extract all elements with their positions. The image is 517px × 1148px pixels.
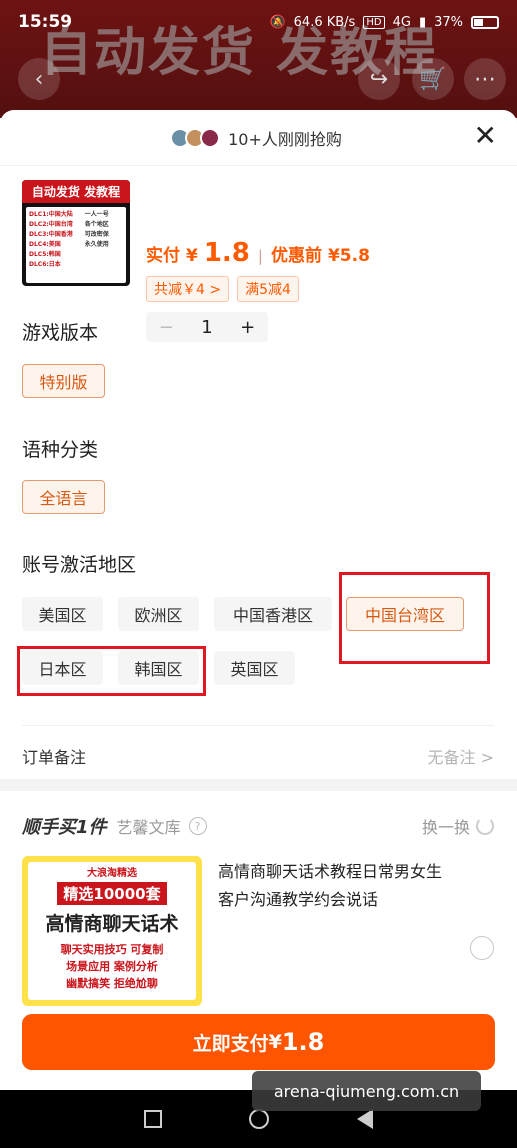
product-thumbnail[interactable]: 自动发货 发教程 DLC1:中国大陆 DLC2:中国台湾 DLC3:中国香港 D… — [22, 180, 130, 286]
language-title: 语种分类 — [22, 439, 99, 461]
help-icon[interactable]: ? — [188, 817, 207, 835]
addon-select-radio[interactable] — [470, 936, 494, 960]
remark-label: 订单备注 — [22, 748, 87, 767]
status-time: 15:59 — [18, 12, 73, 32]
product-summary: 自动发货 发教程 DLC1:中国大陆 DLC2:中国台湾 DLC3:中国香港 D… — [0, 166, 517, 342]
addon-shop: 艺馨文库 — [116, 818, 181, 837]
thumbnail-features: 一人一号 各个地区 可改密保 永久使用 — [84, 211, 109, 248]
back-nav-icon[interactable] — [357, 1109, 374, 1129]
share-icon[interactable]: ↪ — [358, 58, 400, 100]
swap-label: 换一换 — [421, 818, 470, 837]
option-version-special[interactable]: 特别版 — [22, 364, 105, 398]
pay-currency: ¥ — [268, 1031, 282, 1053]
option-region-eu[interactable]: 欧洲区 — [118, 597, 199, 631]
highlight-box-tw — [339, 572, 490, 664]
pay-label: 立即支付 — [192, 1032, 269, 1055]
order-remark-row[interactable]: 订单备注 无备注 > — [22, 725, 494, 768]
pay-amount: 1.8 — [281, 1028, 325, 1056]
network-type: 4G — [392, 14, 411, 30]
addon-img-line1: 大浪淘精选 — [87, 868, 137, 879]
currency-symbol: ¥ — [186, 246, 198, 266]
background-page: 自动发货 发教程 15:59 🔕 64.6 KB/s HD 4G ▮ 37% ‹… — [0, 0, 517, 118]
addon-img-line2: 精选10000套 — [57, 882, 167, 905]
buyer-avatars — [170, 127, 221, 148]
refresh-icon — [476, 817, 494, 835]
original-price: ¥5.8 — [327, 246, 370, 266]
home-icon[interactable] — [249, 1109, 270, 1129]
thumbnail-body: DLC1:中国大陆 DLC2:中国台湾 DLC3:中国香港 DLC4:美国 DL… — [26, 207, 126, 283]
hd-icon: HD — [363, 15, 385, 29]
option-region-us[interactable]: 美国区 — [22, 597, 103, 631]
final-price: 1.8 — [203, 238, 250, 268]
quantity-stepper: − 1 + — [146, 312, 268, 342]
swap-button[interactable]: 换一换 — [422, 814, 494, 838]
region-title: 账号激活地区 — [22, 554, 137, 576]
option-language-all[interactable]: 全语言 — [22, 480, 105, 514]
network-speed: 64.6 KB/s — [293, 14, 356, 30]
original-price-label: 优惠前 — [270, 246, 322, 266]
decrease-button[interactable]: − — [146, 317, 187, 338]
promo-tags: 共减￥4 > 满5减4 — [146, 276, 299, 302]
status-bar: 15:59 🔕 64.6 KB/s HD 4G ▮ 37% — [0, 0, 517, 44]
back-icon[interactable]: ‹ — [18, 58, 60, 100]
price-row: 实付 ¥ 1.8 | 优惠前 ¥5.8 — [146, 238, 370, 268]
thumbnail-title: 自动发货 发教程 — [22, 180, 130, 203]
remark-value[interactable]: 无备注 > — [428, 744, 495, 768]
increase-button[interactable]: + — [227, 317, 268, 338]
watermark: arena-qiumeng.com.cn — [252, 1071, 481, 1111]
price-label: 实付 — [146, 246, 180, 266]
status-icons: 🔕 64.6 KB/s HD 4G ▮ 37% — [269, 15, 499, 30]
addon-header: 顺手买1件 艺馨文库 ? 换一换 — [22, 813, 494, 839]
cart-icon[interactable]: 🛒 — [412, 58, 454, 100]
promo-tag: 满5减4 — [237, 276, 299, 302]
addon-description[interactable]: 高情商聊天话术教程日常男女生客户沟通教学约会说话 — [218, 858, 448, 914]
battery-icon — [471, 15, 499, 29]
avatar — [200, 127, 221, 148]
pay-button[interactable]: 立即支付 ¥ 1.8 — [22, 1014, 495, 1070]
mute-icon: 🔕 — [269, 14, 286, 30]
section-divider — [0, 779, 517, 791]
quantity-value[interactable]: 1 — [187, 317, 228, 338]
sheet-header: 10+人刚刚抢购 ✕ — [0, 110, 517, 166]
saving-tag[interactable]: 共减￥4 > — [146, 276, 230, 302]
thumbnail-dlc-list: DLC1:中国大陆 DLC2:中国台湾 DLC3:中国香港 DLC4:美国 DL… — [29, 211, 73, 268]
recent-apps-icon[interactable] — [143, 1110, 162, 1128]
battery-percent: 37% — [434, 14, 463, 30]
option-region-hk[interactable]: 中国香港区 — [214, 597, 332, 631]
addon-img-line3: 高情商聊天话术 — [45, 913, 179, 935]
option-region-uk[interactable]: 英国区 — [214, 651, 295, 685]
price-divider: | — [257, 247, 263, 265]
purchase-sheet: 10+人刚刚抢购 ✕ 自动发货 发教程 DLC1:中国大陆 DLC2:中国台湾 … — [0, 110, 517, 1120]
addon-title: 顺手买1件 — [22, 817, 107, 838]
highlight-box-jp-kr — [17, 646, 206, 696]
version-title: 游戏版本 — [22, 322, 99, 344]
close-icon[interactable]: ✕ — [474, 122, 497, 150]
addon-product-image[interactable]: 大浪淘精选 精选10000套 高情商聊天话术 聊天实用技巧 可复制 场景应用 案… — [22, 856, 202, 1006]
buyers-text: 10+人刚刚抢购 — [228, 129, 342, 149]
addon-img-features: 聊天实用技巧 可复制 场景应用 案例分析 幽默搞笑 拒绝尬聊 — [60, 943, 164, 990]
more-icon[interactable]: ⋯ — [464, 58, 506, 100]
signal-icon: ▮ — [418, 14, 427, 30]
